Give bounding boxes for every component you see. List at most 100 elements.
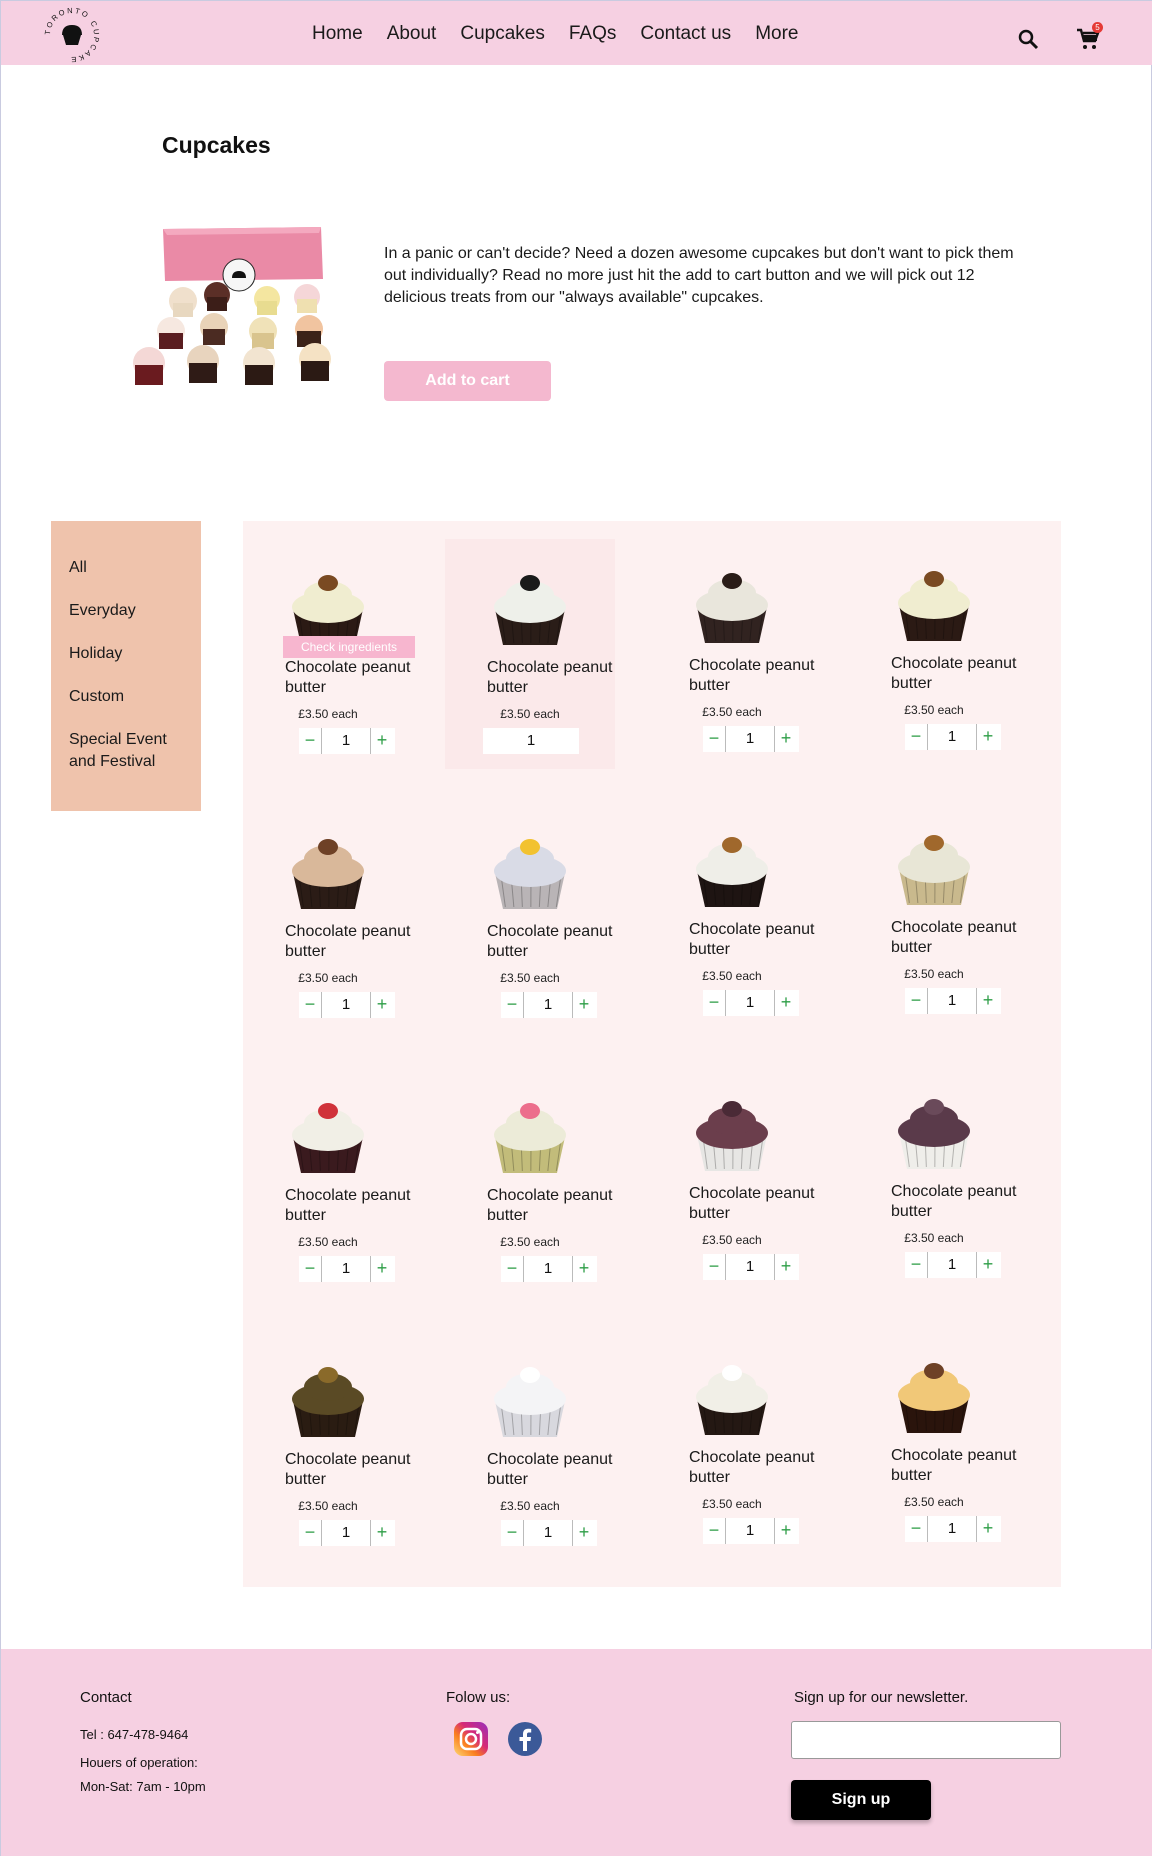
quantity-value[interactable]: 1	[927, 1516, 977, 1542]
product-name: Chocolate peanut butter	[487, 923, 613, 960]
site-footer: Contact Tel : 647-478-9464 Houers of ope…	[1, 1649, 1152, 1856]
newsletter-signup-button[interactable]: Sign up	[791, 1780, 931, 1820]
nav-about[interactable]: About	[387, 23, 437, 45]
quantity-value[interactable]: 1	[523, 1256, 573, 1282]
quantity-value[interactable]: 1	[927, 1252, 977, 1278]
cart-button[interactable]: 5	[1076, 22, 1106, 53]
product-price: £3.50 each	[500, 971, 560, 985]
product-price: £3.50 each	[702, 1233, 762, 1247]
quantity-value[interactable]: 1	[927, 988, 977, 1014]
product-card[interactable]: Chocolate peanut butter £3.50 each −1 +	[445, 803, 615, 1033]
product-card[interactable]: Chocolate peanut butter £3.50 each −1 +	[647, 537, 817, 767]
cupcake-image	[292, 1103, 364, 1173]
quantity-value[interactable]: 1	[523, 1520, 573, 1546]
check-ingredients-button[interactable]: Check ingredients	[283, 636, 415, 658]
nav-faqs[interactable]: FAQs	[569, 23, 617, 45]
category-custom[interactable]: Custom	[51, 686, 201, 708]
product-card[interactable]: Chocolate peanut butter £3.50 each −1 +	[445, 1331, 615, 1561]
cupcake-image	[898, 1363, 970, 1433]
increase-quantity-button[interactable]: +	[977, 988, 999, 1014]
product-card[interactable]: Chocolate peanut butter £3.50 each −1 +	[647, 1065, 817, 1295]
decrease-quantity-button[interactable]: −	[905, 988, 927, 1014]
product-card[interactable]: Chocolate peanut butter £3.50 each −1 +	[647, 801, 817, 1031]
product-name: Chocolate peanut butter	[891, 919, 1017, 956]
cupcake-image	[696, 1101, 768, 1171]
quantity-value[interactable]: 1	[725, 1518, 775, 1544]
increase-quantity-button[interactable]: +	[977, 1252, 999, 1278]
decrease-quantity-button[interactable]: −	[703, 726, 725, 752]
increase-quantity-button[interactable]: +	[775, 726, 797, 752]
product-card[interactable]: Chocolate peanut butter £3.50 each −1 +	[445, 1067, 615, 1297]
quantity-value[interactable]: 1	[321, 1520, 371, 1546]
quantity-value[interactable]: 1	[725, 1254, 775, 1280]
category-everyday[interactable]: Everyday	[51, 600, 201, 622]
product-card[interactable]: Chocolate peanut butter £3.50 each −1 +	[243, 803, 413, 1033]
quantity-value[interactable]: 1	[523, 992, 573, 1018]
cupcake-image	[898, 835, 970, 905]
cupcake-image	[696, 1365, 768, 1435]
increase-quantity-button[interactable]: +	[573, 1520, 595, 1546]
product-card[interactable]: Chocolate peanut butter £3.50 each −1 +	[243, 1331, 413, 1561]
quantity-value[interactable]: 1	[321, 1256, 371, 1282]
increase-quantity-button[interactable]: +	[371, 1520, 393, 1546]
increase-quantity-button[interactable]: +	[573, 992, 595, 1018]
increase-quantity-button[interactable]: +	[371, 992, 393, 1018]
nav-more[interactable]: More	[755, 23, 798, 45]
product-card[interactable]: Chocolate peanut butter £3.50 each −1 +	[849, 1327, 1019, 1557]
decrease-quantity-button[interactable]: −	[703, 1518, 725, 1544]
product-card[interactable]: Chocolate peanut butter £3.50 each 1	[445, 539, 615, 769]
quantity-stepper: −1 +	[703, 1254, 799, 1280]
quantity-value[interactable]: 1	[725, 990, 775, 1016]
decrease-quantity-button[interactable]: −	[905, 1252, 927, 1278]
footer-hours: Mon-Sat: 7am - 10pm	[80, 1779, 206, 1794]
increase-quantity-button[interactable]: +	[573, 1256, 595, 1282]
quantity-stepper: −1 +	[299, 1256, 395, 1282]
newsletter-email-input[interactable]	[791, 1721, 1061, 1759]
decrease-quantity-button[interactable]: −	[299, 1256, 321, 1282]
increase-quantity-button[interactable]: +	[775, 990, 797, 1016]
nav-cupcakes[interactable]: Cupcakes	[460, 23, 545, 45]
quantity-stepper: −1 +	[501, 1520, 597, 1546]
increase-quantity-button[interactable]: +	[977, 1516, 999, 1542]
decrease-quantity-button[interactable]: −	[299, 1520, 321, 1546]
product-card[interactable]: Chocolate peanut butter £3.50 each −1 +	[647, 1329, 817, 1559]
instagram-icon[interactable]	[453, 1721, 489, 1757]
quantity-value[interactable]: 1	[725, 726, 775, 752]
category-holiday[interactable]: Holiday	[51, 643, 201, 665]
quantity-stepper: −1 +	[501, 1256, 597, 1282]
decrease-quantity-button[interactable]: −	[501, 992, 523, 1018]
product-card[interactable]: Chocolate peanut butter £3.50 each −1 +	[849, 799, 1019, 1029]
quantity-value[interactable]: 1	[483, 728, 579, 754]
decrease-quantity-button[interactable]: −	[905, 1516, 927, 1542]
product-card[interactable]: Chocolate peanut butter £3.50 each −1 +	[849, 535, 1019, 765]
decrease-quantity-button[interactable]: −	[905, 724, 927, 750]
quantity-value[interactable]: 1	[321, 992, 371, 1018]
increase-quantity-button[interactable]: +	[371, 1256, 393, 1282]
increase-quantity-button[interactable]: +	[775, 1254, 797, 1280]
decrease-quantity-button[interactable]: −	[299, 992, 321, 1018]
category-special-event[interactable]: Special Event and Festival	[51, 729, 181, 773]
quantity-value[interactable]: 1	[927, 724, 977, 750]
search-icon[interactable]	[1016, 27, 1040, 51]
decrease-quantity-button[interactable]: −	[501, 1256, 523, 1282]
nav-contact[interactable]: Contact us	[640, 23, 731, 45]
decrease-quantity-button[interactable]: −	[703, 1254, 725, 1280]
increase-quantity-button[interactable]: +	[775, 1518, 797, 1544]
increase-quantity-button[interactable]: +	[371, 728, 393, 754]
quantity-value[interactable]: 1	[321, 728, 371, 754]
product-card[interactable]: Check ingredients Chocolate peanut butter…	[243, 539, 415, 769]
cupcake-image	[696, 837, 768, 907]
product-name: Chocolate peanut butter	[487, 1187, 613, 1224]
decrease-quantity-button[interactable]: −	[703, 990, 725, 1016]
brand-logo[interactable]: TORONTO CUPCAKE	[44, 7, 100, 63]
decrease-quantity-button[interactable]: −	[299, 728, 321, 754]
product-name: Chocolate peanut butter	[689, 1449, 815, 1486]
increase-quantity-button[interactable]: +	[977, 724, 999, 750]
facebook-icon[interactable]	[507, 1721, 543, 1757]
decrease-quantity-button[interactable]: −	[501, 1520, 523, 1546]
add-to-cart-button[interactable]: Add to cart	[384, 361, 551, 401]
nav-home[interactable]: Home	[312, 23, 363, 45]
product-card[interactable]: Chocolate peanut butter £3.50 each −1 +	[243, 1067, 413, 1297]
product-card[interactable]: Chocolate peanut butter £3.50 each −1 +	[849, 1063, 1019, 1293]
category-all[interactable]: All	[51, 557, 201, 579]
